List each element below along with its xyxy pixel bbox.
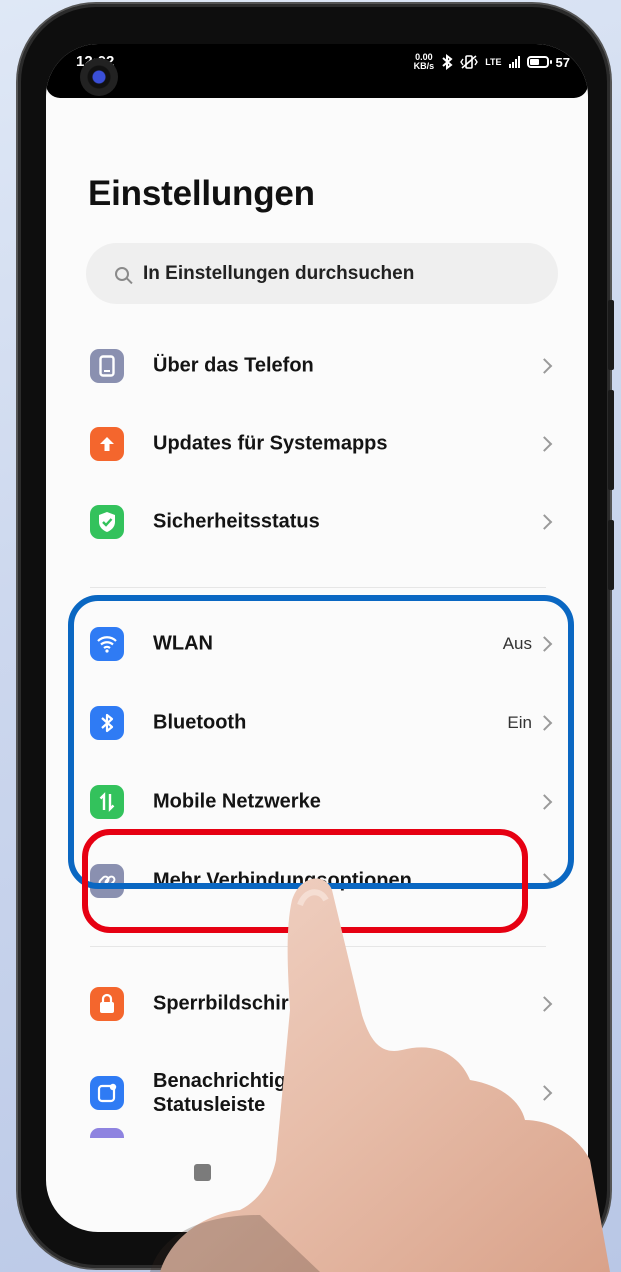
volume-up-button bbox=[608, 300, 614, 370]
divider bbox=[90, 587, 546, 588]
status-icons: 0.00 KB/s LTE 57 bbox=[414, 53, 570, 71]
settings-item-ueber-das-telefon[interactable]: Über das Telefon bbox=[46, 331, 588, 401]
speed-unit: KB/s bbox=[413, 61, 435, 71]
screen-top-edge bbox=[46, 84, 588, 98]
settings-item-sicherheitsstatus[interactable]: Sicherheitsstatus bbox=[46, 487, 588, 557]
phone-icon bbox=[90, 349, 124, 383]
network-type: LTE bbox=[485, 57, 502, 67]
recent-apps-button[interactable] bbox=[194, 1164, 211, 1181]
front-camera bbox=[80, 58, 118, 96]
arrow-up-icon bbox=[90, 427, 124, 461]
power-button bbox=[608, 520, 614, 590]
page-title: Einstellungen bbox=[88, 174, 315, 213]
settings-item-label: Updates für Systemapps bbox=[153, 432, 388, 455]
settings-item-label: Über das Telefon bbox=[153, 354, 314, 377]
chevron-right-icon bbox=[536, 1085, 553, 1101]
chevron-right-icon bbox=[536, 436, 553, 452]
volume-down-button bbox=[608, 390, 614, 490]
signal-icon bbox=[508, 56, 520, 68]
divider bbox=[90, 946, 546, 947]
battery-level: 57 bbox=[555, 54, 570, 70]
lock-icon bbox=[90, 987, 124, 1021]
notification-icon bbox=[90, 1076, 124, 1110]
settings-item-sperrbildschirm[interactable]: Sperrbildschirm bbox=[46, 969, 588, 1039]
search-icon bbox=[115, 266, 129, 281]
search-input[interactable]: In Einstellungen durchsuchen bbox=[143, 263, 414, 285]
status-bar: 12:02 0.00 KB/s LTE 57 bbox=[46, 44, 588, 84]
next-item-icon bbox=[90, 1128, 124, 1138]
battery-icon bbox=[526, 56, 552, 68]
search-bar[interactable]: In Einstellungen durchsuchen bbox=[86, 243, 558, 304]
chevron-right-icon bbox=[536, 996, 553, 1012]
navigation-bar bbox=[46, 1152, 588, 1192]
settings-item-label: Sicherheitsstatus bbox=[153, 510, 320, 533]
chevron-right-icon bbox=[536, 358, 553, 374]
settings-item-label: Benachrichtigungen und Statusleiste bbox=[153, 1070, 389, 1116]
settings-item-updates[interactable]: Updates für Systemapps bbox=[46, 409, 588, 479]
home-button[interactable] bbox=[308, 1160, 332, 1184]
settings-item-label: Sperrbildschirm bbox=[153, 992, 307, 1015]
settings-item-benachrichtigungen[interactable]: Benachrichtigungen und Statusleiste bbox=[46, 1053, 588, 1133]
bluetooth-status-icon bbox=[442, 54, 453, 70]
network-speed: 0.00 KB/s bbox=[414, 53, 435, 71]
chevron-right-icon bbox=[536, 514, 553, 530]
shield-check-icon bbox=[90, 505, 124, 539]
vibrate-icon bbox=[460, 55, 479, 69]
highlight-more-connection-options bbox=[82, 829, 528, 933]
